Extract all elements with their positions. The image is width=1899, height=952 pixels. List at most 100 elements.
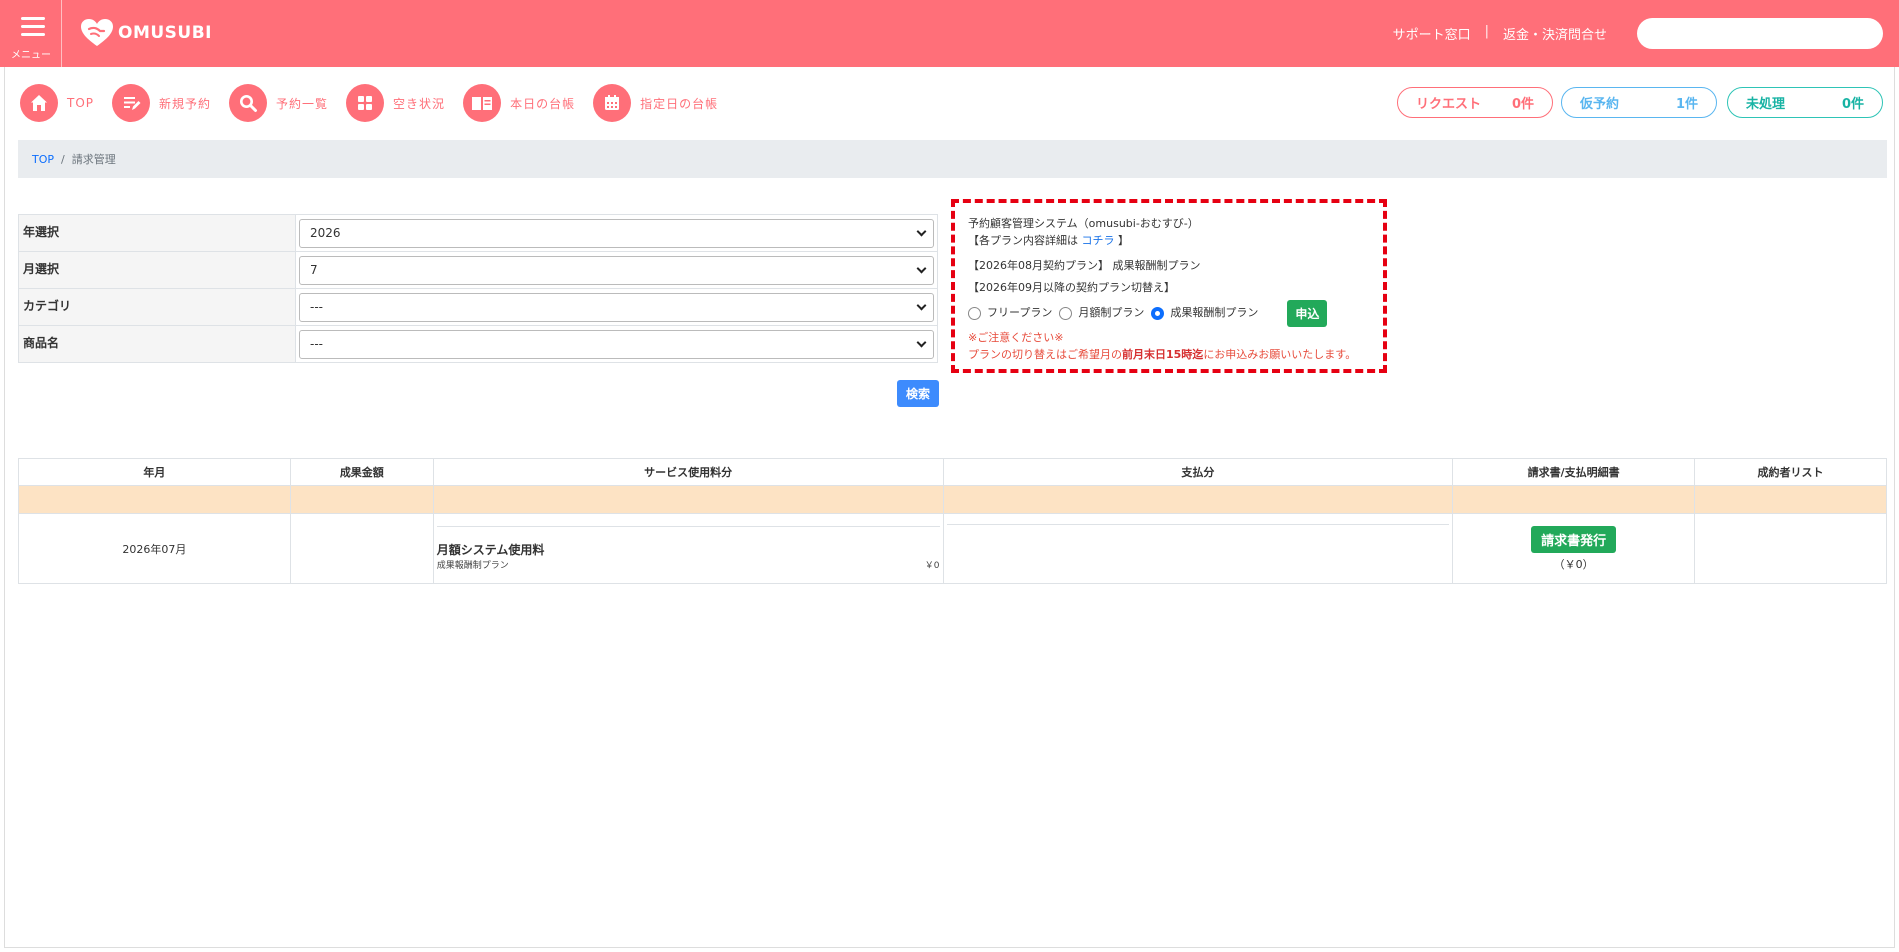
search-button[interactable]: 検索 bbox=[897, 380, 939, 407]
notice-post: にお申込みお願いいたします。 bbox=[1203, 347, 1357, 361]
chevron-down-icon bbox=[916, 226, 927, 236]
issue-invoice-button[interactable]: 請求書発行 bbox=[1531, 525, 1617, 553]
table-cell bbox=[1694, 485, 1887, 514]
header-links: サポート窓口 | 返金・決済問合せ bbox=[1393, 24, 1607, 43]
service-fee-cell: 月額システム使用料 成果報酬制プラン ￥0 bbox=[432, 513, 944, 584]
unprocessed-count-button[interactable]: 未処理 0件 bbox=[1727, 87, 1883, 118]
table-cell bbox=[1452, 485, 1696, 514]
request-count-button[interactable]: リクエスト 0件 bbox=[1397, 87, 1553, 118]
top-header: メニュー OMUSUBI サポート窓口 | 返金・決済問合せ bbox=[0, 0, 1899, 67]
year-value: 2026 bbox=[310, 226, 341, 240]
column-header: 成約者リスト bbox=[1694, 458, 1887, 486]
radio-indicator bbox=[1059, 306, 1073, 320]
details-prefix: 【各プラン内容詳細は bbox=[968, 233, 1078, 247]
nav-item-availability[interactable]: 空き状況 bbox=[346, 84, 445, 122]
table-cell bbox=[289, 485, 434, 514]
summary-row bbox=[18, 485, 1887, 514]
header-search-input[interactable] bbox=[1637, 18, 1883, 49]
pill-label: リクエスト bbox=[1416, 97, 1482, 112]
category-select[interactable]: --- bbox=[299, 292, 934, 322]
logo-text: OMUSUBI bbox=[118, 23, 213, 43]
system-name: 予約顧客管理システム（omusubi-おむすび-） bbox=[968, 217, 1199, 230]
radio-label: 月額制プラン bbox=[1078, 305, 1145, 319]
pill-count: 0件 bbox=[1841, 97, 1864, 112]
breadcrumb-separator: / bbox=[61, 152, 65, 166]
radio-label: フリープラン bbox=[987, 305, 1053, 319]
pill-count: 0件 bbox=[1511, 97, 1534, 112]
page-frame bbox=[4, 67, 5, 947]
product-select[interactable]: --- bbox=[299, 329, 934, 359]
column-header: 支払分 bbox=[942, 458, 1454, 486]
provisional-count-button[interactable]: 仮予約 1件 bbox=[1561, 87, 1717, 118]
chevron-down-icon bbox=[916, 337, 927, 347]
column-header: 成果金額 bbox=[289, 458, 434, 486]
nav-label: 本日の台帳 bbox=[510, 96, 576, 111]
month-select[interactable]: 7 bbox=[299, 255, 934, 285]
notice-pre: プランの切り替えはご希望月の bbox=[968, 347, 1122, 361]
nav-label: 予約一覧 bbox=[276, 96, 329, 111]
nav-item-top[interactable]: TOP bbox=[20, 84, 94, 122]
heart-hands-icon bbox=[81, 19, 113, 46]
details-suffix: 】 bbox=[1118, 233, 1129, 247]
nav-label: 空き状況 bbox=[393, 96, 446, 111]
menu-label: メニュー bbox=[11, 50, 51, 61]
contractor-list-cell bbox=[1694, 513, 1887, 584]
page-frame bbox=[1894, 67, 1895, 947]
notice-deadline: 前月末日15時迄 bbox=[1122, 347, 1204, 361]
category-value: --- bbox=[310, 300, 323, 314]
product-value: --- bbox=[310, 337, 323, 351]
year-label: 年選択 bbox=[18, 214, 296, 252]
plan-details-line: 【各プラン内容詳細は コチラ 】 bbox=[968, 233, 1370, 250]
service-amount: ￥0 bbox=[924, 561, 940, 571]
nav-item-reservation-list[interactable]: 予約一覧 bbox=[229, 84, 328, 122]
page-frame bbox=[4, 947, 1895, 948]
radio-monthly-plan[interactable]: 月額制プラン bbox=[1059, 305, 1144, 322]
support-link[interactable]: サポート窓口 bbox=[1393, 24, 1471, 43]
column-header: 請求書/支払明細書 bbox=[1452, 458, 1696, 486]
menu-button[interactable]: メニュー bbox=[0, 0, 62, 67]
omusubi-logo[interactable]: OMUSUBI bbox=[80, 17, 212, 49]
nav-item-date-ledger[interactable]: 指定日の台帳 bbox=[593, 84, 718, 122]
chevron-down-icon bbox=[916, 263, 927, 273]
year-select[interactable]: 2026 bbox=[299, 218, 934, 248]
radio-indicator-selected bbox=[1151, 306, 1165, 320]
service-detail: 成果報酬制プラン ￥0 bbox=[437, 558, 940, 571]
chevron-down-icon bbox=[916, 300, 927, 310]
nav-item-new-reservation[interactable]: 新規予約 bbox=[112, 84, 211, 122]
service-plan: 成果報酬制プラン bbox=[436, 561, 509, 571]
pill-label: 未処理 bbox=[1746, 97, 1786, 112]
breadcrumb: TOP / 請求管理 bbox=[18, 140, 1887, 178]
column-header: サービス使用料分 bbox=[432, 458, 944, 486]
table-cell bbox=[18, 485, 291, 514]
table-cell bbox=[432, 485, 944, 514]
main-nav: TOP 新規予約 予約一覧 空き状況 本日の台帳 指定日の台帳 bbox=[20, 84, 736, 122]
current-contract-plan: 【2026年08月契約プラン】 成果報酬制プラン bbox=[968, 259, 1201, 272]
nav-label: 指定日の台帳 bbox=[640, 96, 719, 111]
plan-switch-panel: 予約顧客管理システム（omusubi-おむすび-） 【各プラン内容詳細は コチラ… bbox=[951, 199, 1387, 373]
radio-label: 成果報酬制プラン bbox=[1170, 305, 1259, 319]
apply-button[interactable]: 申込 bbox=[1287, 299, 1328, 327]
category-label: カテゴリ bbox=[18, 288, 296, 326]
header-separator: | bbox=[1484, 24, 1489, 39]
nav-item-today-ledger[interactable]: 本日の台帳 bbox=[463, 84, 575, 122]
refund-inquiry-link[interactable]: 返金・決済問合せ bbox=[1503, 24, 1607, 43]
invoice-cell: 請求書発行 （￥0） bbox=[1452, 513, 1696, 584]
notice-text: プランの切り替えはご希望月の前月末日15時迄にお申込みお願いいたします。 bbox=[968, 347, 1370, 364]
nav-label: TOP bbox=[67, 96, 95, 110]
month-cell: 2026年07月 bbox=[18, 513, 291, 584]
radio-free-plan[interactable]: フリープラン bbox=[968, 305, 1052, 322]
table-cell bbox=[942, 485, 1454, 514]
result-amount-cell bbox=[289, 513, 434, 584]
payment-cell bbox=[942, 513, 1454, 584]
column-header: 年月 bbox=[18, 458, 291, 486]
notice-title: ※ご注意ください※ bbox=[968, 331, 1064, 344]
breadcrumb-home-link[interactable]: TOP bbox=[32, 153, 54, 166]
plan-details-link[interactable]: コチラ bbox=[1082, 234, 1115, 247]
switch-heading: 【2026年09月以降の契約プラン切替え】 bbox=[968, 280, 1175, 294]
product-label: 商品名 bbox=[18, 325, 296, 363]
book-icon bbox=[463, 84, 502, 122]
pill-count: 1件 bbox=[1675, 97, 1698, 112]
breadcrumb-current: 請求管理 bbox=[71, 153, 116, 166]
radio-performance-plan[interactable]: 成果報酬制プラン bbox=[1151, 305, 1258, 322]
month-label: 月選択 bbox=[18, 251, 296, 289]
